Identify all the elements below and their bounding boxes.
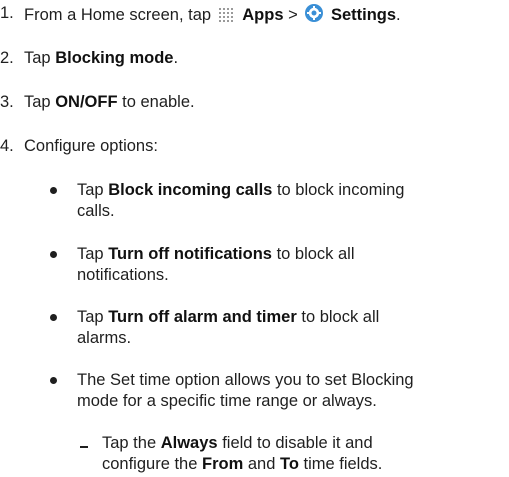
bullet-dot [50,187,57,194]
step-text: Configure options: [24,137,158,155]
instructions-document: 1. From a Home screen, tap Apps > Settin… [0,3,414,473]
bullet-dot [50,314,57,321]
separator: > [288,6,298,24]
dash-marker [80,446,88,448]
bullet-dot [50,377,57,384]
bullet-dot [50,251,57,258]
blocking-mode-label: Blocking mode [55,49,174,67]
step-text: From a Home screen, tap [24,6,212,24]
step-number: 2. [0,49,14,67]
apps-grid-icon [218,7,236,29]
settings-gear-icon [304,3,324,29]
apps-label: Apps [242,6,284,24]
step-number: 4. [0,137,14,155]
step-number: 1. [0,4,14,22]
step-number: 3. [0,93,14,111]
on-off-label: ON/OFF [55,93,118,111]
settings-label: Settings [330,6,397,24]
